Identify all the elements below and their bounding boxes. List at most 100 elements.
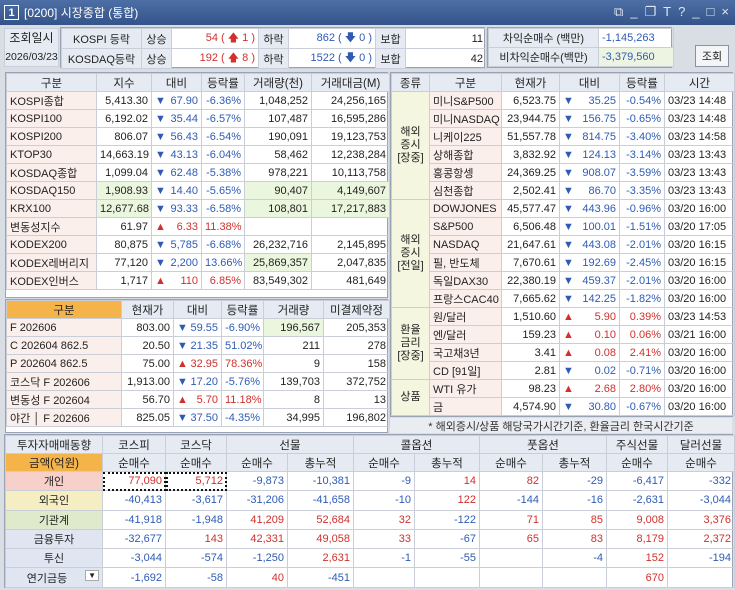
column-header[interactable]: 투자자매매동향 — [5, 435, 103, 454]
column-subheader[interactable]: 순매수 — [165, 453, 227, 472]
value-cell: 8,179 — [606, 528, 669, 550]
investor-row[interactable]: 투신 -3,044 -574 -1,250 2,631 -1 -55 -4 152 -194 — [5, 548, 735, 569]
table-row[interactable]: C 202604 862.5 20.50 ▼ 21.35 51.02% 211 278 — [6, 336, 390, 355]
table-row[interactable]: 금 4,574.90 ▼ 30.80 -0.67% 03/20 16:00 — [392, 397, 735, 416]
unit-header[interactable]: 금액(억원) — [5, 453, 103, 472]
table-row[interactable]: S&P500 6,506.48 ▼ 100.01 -1.51% 03/20 17:05 — [392, 217, 735, 236]
triangle-down-icon: ▼ — [563, 256, 574, 269]
column-header[interactable]: 거래량(천) — [244, 73, 312, 92]
column-header[interactable]: 구분 — [6, 300, 122, 319]
table-row[interactable]: 상해종합 3,832.92 ▼ 124.13 -3.14% 03/23 13:43 — [392, 145, 735, 164]
copy-icon[interactable]: ❐ — [644, 4, 656, 20]
column-header[interactable]: 코스피 — [102, 435, 166, 454]
minimize-icon[interactable]: _ — [630, 4, 637, 20]
column-header[interactable]: 달러선물 — [667, 435, 735, 454]
table-row[interactable]: 변동성 F 202604 56.70 ▲ 5.70 11.18% 8 13 — [6, 390, 390, 409]
investor-row[interactable]: 금융투자 -32,677 143 42,331 49,058 33 -67 65 83 8,179… — [5, 528, 735, 550]
table-row[interactable]: 상품 WTI 유가 98.23 ▲ 2.68 2.80% 03/20 16:00 — [391, 379, 735, 416]
table-row[interactable]: KOSDAQ종합 1,099.04 ▼ 62.48 -5.38% 978,221 10,11… — [6, 163, 390, 182]
column-header[interactable]: 등락률 — [619, 73, 665, 92]
restore-icon[interactable]: ⧉ — [614, 4, 623, 20]
table-row[interactable]: KOSPI종합 5,413.30 ▼ 67.90 -6.36% 1,048,252 24,2… — [6, 91, 390, 110]
column-header[interactable]: 구분 — [429, 73, 502, 92]
help-icon[interactable]: ? — [678, 4, 685, 20]
column-subheader[interactable]: 총누적 — [542, 453, 608, 472]
table-row[interactable]: KOSPI100 6,192.02 ▼ 35.44 -6.57% 107,487 16,59… — [6, 109, 390, 128]
change-cell: ▲ 0.08 — [559, 343, 620, 362]
table-row[interactable]: 코스닥 F 202606 1,913.00 ▼ 17.20 -5.76% 139,703 3… — [6, 372, 390, 391]
column-header[interactable]: 시간 — [664, 73, 735, 92]
column-header[interactable]: 구분 — [6, 73, 97, 92]
investor-row[interactable]: 연기금등 ▼ -1,692 -58 40 -451 670 — [5, 567, 735, 588]
font-icon[interactable]: T — [663, 4, 671, 20]
value-cell: 14 — [414, 470, 481, 492]
table-row[interactable]: KOSPI200 806.07 ▼ 56.43 -6.54% 190,091 19,123,… — [6, 127, 390, 146]
column-subheader[interactable]: 순매수 — [226, 453, 288, 472]
value-cell: 825.05 — [121, 408, 174, 427]
column-subheader[interactable]: 순매수 — [353, 453, 416, 472]
table-row[interactable]: 니케이225 51,557.78 ▼ 814.75 -3.40% 03/23 14:58 — [392, 127, 735, 146]
column-header[interactable]: 풋옵션 — [479, 435, 608, 454]
table-row[interactable]: KODEX200 80,875 ▼ 5,785 -6.68% 26,232,716 2,14… — [6, 235, 390, 254]
win-minimize-icon[interactable]: _ — [692, 4, 699, 20]
column-header[interactable]: 거래량 — [263, 300, 324, 319]
column-subheader[interactable]: 순매수 — [102, 453, 166, 472]
table-row[interactable]: 해외 증시 [장중] 미니S&P500 6,523.75 ▼ 35.25 -0.54% 03… — [391, 91, 735, 200]
rate-cell: -5.65% — [201, 181, 245, 200]
table-row[interactable]: NASDAQ 21,647.61 ▼ 443.08 -2.01% 03/20 16:15 — [392, 235, 735, 254]
column-header[interactable]: 등락률 — [221, 300, 264, 319]
maximize-icon[interactable]: □ — [707, 4, 715, 20]
column-subheader[interactable]: 총누적 — [414, 453, 481, 472]
column-header[interactable]: 등락률 — [201, 73, 245, 92]
table-row[interactable]: 독일DAX30 22,380.19 ▼ 459.37 -2.01% 03/20 16:00 — [392, 271, 735, 290]
column-subheader[interactable]: 순매수 — [479, 453, 544, 472]
table-row[interactable]: KRX100 12,677.68 ▼ 93.33 -6.58% 108,801 17,217… — [6, 199, 390, 218]
table-row[interactable]: 미니NASDAQ 23,944.75 ▼ 156.75 -0.65% 03/23 14:4… — [392, 109, 735, 128]
table-row[interactable]: 해외 증시 [전일] DOWJONES 45,577.47 ▼ 443.96 -0.96%… — [391, 199, 735, 308]
column-subheader[interactable]: 순매수 — [606, 453, 669, 472]
table-row[interactable]: KTOP30 14,663.19 ▼ 43.13 -6.04% 58,462 12,238,… — [6, 145, 390, 164]
column-header[interactable]: 대비 — [173, 300, 222, 319]
investor-row[interactable]: 기관계 -41,918 -1,948 41,209 52,684 32 -122 71 85 9,… — [5, 509, 735, 530]
table-row[interactable]: KODEX레버리지 77,120 ▼ 2,200 13.66% 25,869,357 2,0… — [6, 253, 390, 272]
investor-row[interactable]: 외국인 -40,413 -3,617 -31,206 -41,658 -10 122 -144… — [5, 490, 735, 511]
column-header[interactable]: 대비 — [151, 73, 202, 92]
change-cell: ▼ 908.07 — [559, 163, 620, 182]
table-row[interactable]: 프랑스CAC40 7,665.62 ▼ 142.25 -1.82% 03/20 16:00 — [392, 289, 735, 308]
table-row[interactable]: 환율 금리 [장중] 원/달러 1,510.60 ▲ 5.90 0.39% 03/23 14… — [391, 307, 735, 380]
column-header[interactable]: 거래대금(M) — [311, 73, 390, 92]
up-label: 상승 — [141, 48, 172, 69]
column-header[interactable]: 지수 — [96, 73, 152, 92]
table-row[interactable]: P 202604 862.5 75.00 ▲ 32.95 78.36% 9 158 — [6, 354, 390, 373]
table-row[interactable]: 홍콩항셍 24,369.25 ▼ 908.07 -3.59% 03/23 13:43 — [392, 163, 735, 182]
time-cell: 03/23 13:43 — [664, 145, 735, 164]
table-row[interactable]: 필, 반도체 7,670.61 ▼ 192.69 -2.45% 03/20 16:15 — [392, 253, 735, 272]
close-icon[interactable]: × — [721, 4, 729, 20]
column-header[interactable]: 현재가 — [501, 73, 560, 92]
column-header[interactable]: 대비 — [559, 73, 620, 92]
table-row[interactable]: KOSDAQ150 1,908.93 ▼ 14.40 -5.65% 90,407 4,149… — [6, 181, 390, 200]
column-subheader[interactable]: 총누적 — [286, 453, 355, 472]
table-row[interactable]: 국고채3년 3.41 ▲ 0.08 2.41% 03/20 16:00 — [392, 343, 735, 362]
column-header[interactable]: 주식선물 — [606, 435, 669, 454]
table-row[interactable]: 변동성지수 61.97 ▲ 6.33 11.38% — [6, 217, 390, 236]
dropdown-arrow-icon[interactable]: ▼ — [85, 569, 99, 581]
row-name: 엔/달러 — [429, 325, 502, 344]
value-cell: -10,381 — [286, 470, 355, 492]
column-header[interactable]: 현재가 — [121, 300, 174, 319]
table-row[interactable]: 엔/달러 159.23 ▲ 0.10 0.06% 03/21 16:00 — [392, 325, 735, 344]
value-cell: -332 — [667, 470, 735, 492]
investor-row[interactable]: 개인 77,090 5,712 -9,873 -10,381 -9 14 82 -29 -6,41… — [5, 470, 735, 492]
query-button[interactable]: 조회 — [695, 45, 729, 67]
column-header[interactable]: 코스닥 — [165, 435, 227, 454]
column-header[interactable]: 선물 — [225, 435, 355, 454]
table-row[interactable]: 심천종합 2,502.41 ▼ 86.70 -3.35% 03/23 13:43 — [392, 181, 735, 200]
column-header[interactable]: 미결제약정 — [323, 300, 390, 319]
table-row[interactable]: 야간 │ F 202606 825.05 ▼ 37.50 -4.35% 34,995 196… — [6, 408, 390, 427]
column-header[interactable]: 종류 — [391, 73, 430, 92]
column-subheader[interactable]: 순매수 — [667, 453, 735, 472]
column-header[interactable]: 콜옵션 — [353, 435, 481, 454]
table-row[interactable]: F 202606 803.00 ▼ 59.55 -6.90% 196,567 205,353 — [6, 318, 390, 337]
table-row[interactable]: KODEX인버스 1,717 ▲ 110 6.85% 83,549,302 481,649 — [6, 271, 390, 290]
table-row[interactable]: CD [91일] 2.81 ▼ 0.02 -0.71% 03/20 16:00 — [392, 361, 735, 380]
